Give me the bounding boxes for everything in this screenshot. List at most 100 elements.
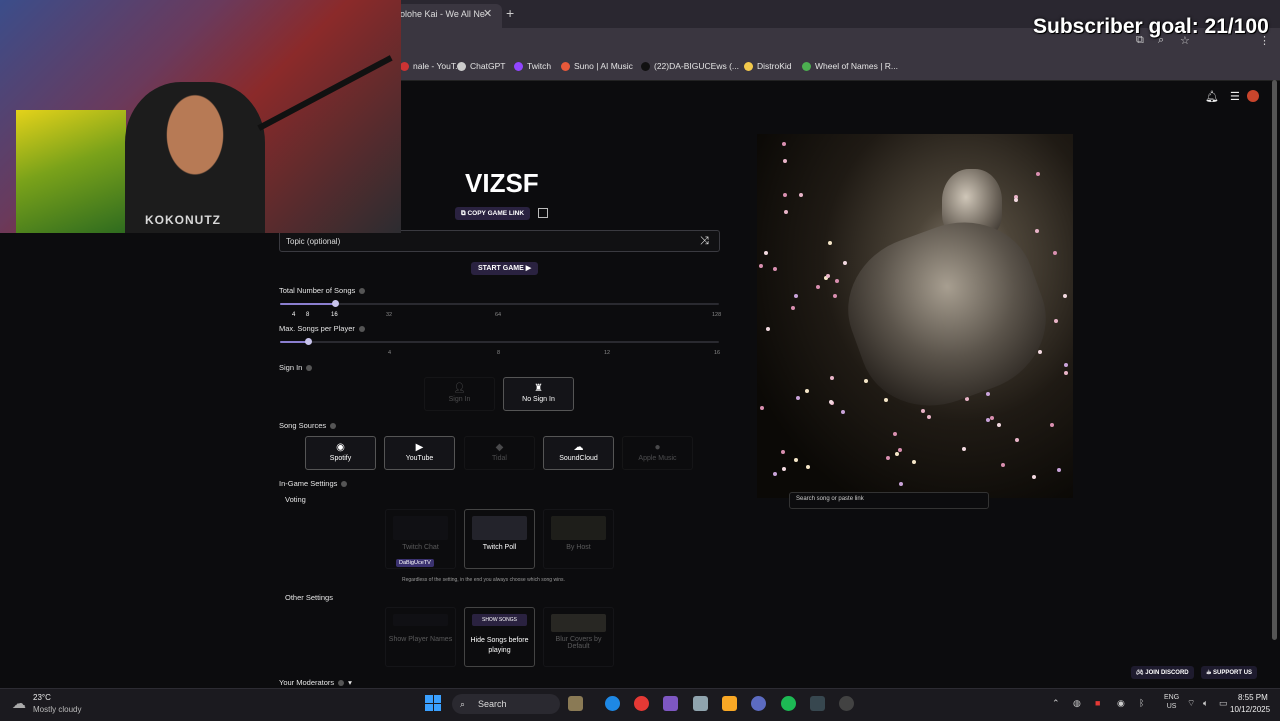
incognito-icon: ♜	[534, 383, 543, 394]
hide-songs-option[interactable]: SHOW SONGS Hide Songs before playing	[464, 607, 535, 667]
settings-icon[interactable]	[693, 696, 708, 711]
copy-game-link-button[interactable]: ⧉ COPY GAME LINK	[455, 207, 531, 220]
source-youtube[interactable]: ▶ YouTube	[384, 436, 455, 470]
moderators-label[interactable]: Your Moderators ▾	[279, 678, 352, 687]
bookmark-item[interactable]: Wheel of Names | R...	[802, 61, 898, 71]
soundcloud-icon: ☁	[573, 442, 584, 453]
flower	[783, 209, 788, 214]
flower	[794, 457, 799, 462]
source-apple-music[interactable]: ● Apple Music	[622, 436, 693, 470]
album-artwork	[757, 134, 1073, 498]
flower	[961, 447, 966, 452]
voting-by-host-option[interactable]: By Host	[543, 509, 614, 569]
task-view-icon[interactable]	[568, 696, 583, 711]
bookmark-item[interactable]: Twitch	[514, 61, 551, 71]
tick-label: 128	[712, 312, 722, 318]
info-icon[interactable]	[341, 480, 348, 487]
clock-time[interactable]: 8:55 PM	[1238, 693, 1268, 702]
app-icon[interactable]	[810, 696, 825, 711]
spotify-icon[interactable]	[781, 696, 796, 711]
tray-app-icon[interactable]: ◉	[1117, 698, 1125, 709]
voting-hint: Regardless of the setting, in the end yo…	[402, 577, 565, 583]
chevron-down-icon[interactable]: ▾	[348, 678, 352, 687]
flower	[828, 240, 833, 245]
flower	[773, 266, 778, 271]
language-indicator[interactable]: ENG US	[1164, 693, 1179, 711]
join-discord-button[interactable]: 🎮︎ JOIN DISCORD	[1131, 666, 1194, 679]
info-icon[interactable]	[359, 287, 366, 294]
flower	[790, 306, 795, 311]
notification-bell-icon[interactable]: 🔔︎	[1205, 90, 1219, 103]
weather-temperature[interactable]: 23°C	[33, 693, 51, 702]
flower	[782, 158, 787, 163]
shuffle-icon[interactable]: ⤨	[700, 235, 709, 248]
search-song-input[interactable]: Search song or paste link	[789, 492, 989, 509]
voting-twitch-poll-option[interactable]: Twitch Poll	[464, 509, 535, 569]
flower	[886, 455, 891, 460]
info-icon[interactable]	[358, 325, 365, 332]
cloud-icon[interactable]: ☁	[12, 695, 26, 712]
avatar[interactable]	[1247, 90, 1259, 102]
support-us-button[interactable]: ☕︎ SUPPORT US	[1201, 666, 1258, 679]
max-songs-slider[interactable]	[280, 341, 719, 343]
bookmark-item[interactable]: DistroKid	[744, 61, 791, 71]
webcam-overlay: KOKONUTZ	[0, 0, 401, 233]
total-songs-slider-thumb[interactable]	[332, 300, 339, 307]
flower	[1014, 437, 1019, 442]
bookmark-item[interactable]: nale - YouT...	[400, 61, 462, 71]
flower	[996, 422, 1001, 427]
blur-covers-option[interactable]: Blur Covers by Default	[543, 607, 614, 667]
weather-description[interactable]: Mostly cloudy	[33, 705, 81, 714]
tick-label: 8	[306, 312, 310, 318]
sign-in-label: Sign In	[279, 363, 313, 372]
show-player-names-option[interactable]: Show Player Names	[385, 607, 456, 667]
close-tab-icon[interactable]: ✕	[483, 7, 492, 20]
flower	[1038, 349, 1043, 354]
start-game-button[interactable]: START GAME ▶	[471, 262, 539, 275]
flower	[893, 431, 898, 436]
user-icon: 👤︎	[453, 383, 466, 394]
flower	[1014, 198, 1019, 203]
max-songs-slider-thumb[interactable]	[305, 338, 312, 345]
chrome-icon[interactable]	[634, 696, 649, 711]
flower	[899, 482, 904, 487]
taskbar-search[interactable]: ⌕ Search	[452, 694, 560, 714]
flower	[1064, 371, 1069, 376]
no-sign-in-option[interactable]: ♜ No Sign In	[503, 377, 574, 411]
source-tidal[interactable]: ◆ Tidal	[464, 436, 535, 470]
source-soundcloud[interactable]: ☁ SoundCloud	[543, 436, 614, 470]
total-songs-slider[interactable]	[280, 303, 719, 305]
windows-start-icon[interactable]	[425, 695, 441, 711]
chevron-up-icon[interactable]: ⌃	[1052, 698, 1060, 709]
obs-icon[interactable]	[839, 696, 854, 711]
tray-app-icon[interactable]: ◍	[1073, 698, 1081, 709]
hamburger-menu-icon[interactable]: ☰	[1230, 90, 1240, 103]
new-tab-icon[interactable]: +	[506, 5, 514, 21]
bookmark-item[interactable]: ChatGPT	[457, 61, 505, 71]
info-icon[interactable]	[338, 679, 345, 686]
flower	[1034, 229, 1039, 234]
tray-app-icon[interactable]: ■	[1095, 698, 1100, 708]
bluetooth-icon[interactable]: ᛒ	[1139, 698, 1144, 708]
distrokid-icon	[744, 61, 753, 71]
bookmark-item[interactable]: (22)DA-BIGUCEws (...	[641, 61, 739, 71]
info-icon[interactable]	[306, 364, 313, 371]
flower	[842, 260, 847, 265]
flower	[796, 396, 801, 401]
copilot-icon[interactable]	[663, 696, 678, 711]
edge-icon[interactable]	[605, 696, 620, 711]
file-explorer-icon[interactable]	[722, 696, 737, 711]
topic-input[interactable]: Topic (optional)	[279, 230, 720, 252]
qr-code-icon[interactable]	[538, 208, 548, 218]
battery-icon[interactable]: ▭	[1219, 698, 1228, 709]
info-icon[interactable]	[330, 422, 337, 429]
discord-icon[interactable]	[751, 696, 766, 711]
sign-in-option[interactable]: 👤︎ Sign In	[424, 377, 495, 411]
wall-poster	[16, 110, 126, 233]
scrollbar[interactable]	[1272, 80, 1277, 640]
wifi-icon[interactable]: ⌔	[1187, 698, 1195, 709]
bookmark-item[interactable]: Suno | AI Music	[561, 61, 633, 71]
volume-icon[interactable]: 🔈︎	[1203, 698, 1208, 709]
source-spotify[interactable]: ◉ Spotify	[305, 436, 376, 470]
clock-date[interactable]: 10/12/2025	[1230, 705, 1270, 714]
